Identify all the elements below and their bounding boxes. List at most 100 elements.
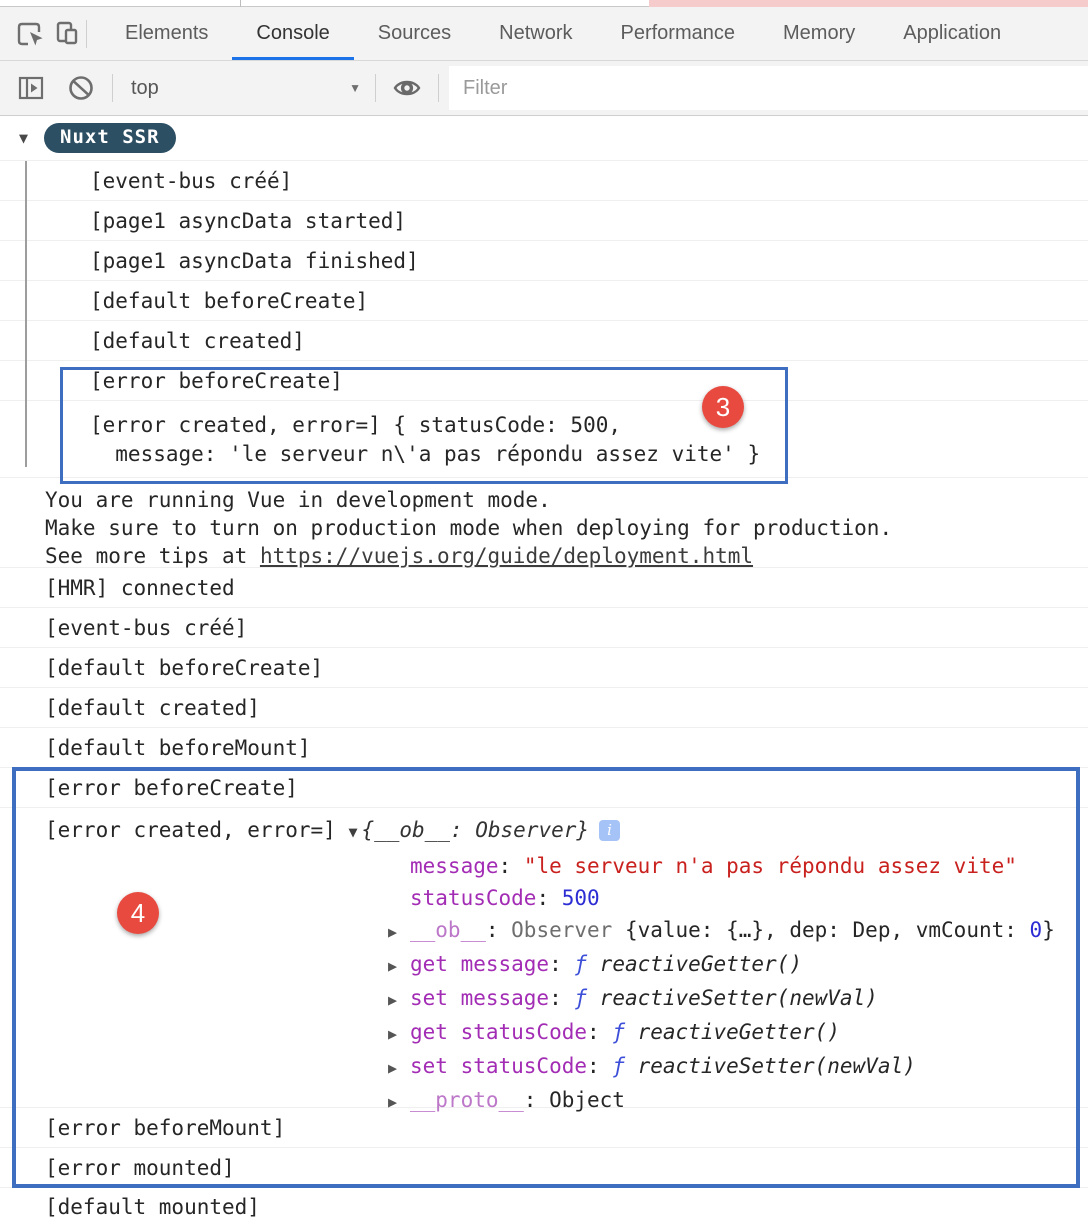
property-value-part: } bbox=[1042, 918, 1055, 942]
console-message: [event-bus créé] bbox=[0, 160, 1088, 200]
console-message: [error beforeCreate] bbox=[0, 360, 1088, 400]
devtools-window: ElementsConsoleSourcesNetworkPerformance… bbox=[0, 0, 1088, 1227]
tab-network[interactable]: Network bbox=[475, 7, 596, 60]
execution-context-label: top bbox=[131, 77, 159, 100]
property-value-part: reactiveSetter(newVal) bbox=[600, 986, 878, 1010]
warning-line: You are running Vue in development mode. bbox=[45, 486, 1088, 514]
property-name: __proto__ bbox=[410, 1088, 524, 1112]
object-property-row: ▶get message: ƒ reactiveGetter() bbox=[45, 948, 1088, 982]
property-expand-icon[interactable]: ▶ bbox=[388, 984, 410, 1016]
console-message-multiline: [error created, error=] { statusCode: 50… bbox=[0, 400, 1088, 477]
object-property-row: ▶get statusCode: ƒ reactiveGetter() bbox=[45, 1016, 1088, 1050]
object-property-row: ▶set message: ƒ reactiveSetter(newVal) bbox=[45, 982, 1088, 1016]
property-value-part: Object bbox=[549, 1088, 625, 1112]
property-name: __ob__ bbox=[410, 918, 486, 942]
property-value-part: reactiveGetter() bbox=[638, 1020, 840, 1044]
property-value-part: {value: {…}, dep: Dep, vmCount: bbox=[625, 918, 1030, 942]
tab-performance[interactable]: Performance bbox=[597, 7, 760, 60]
property-colon: : bbox=[587, 1054, 612, 1078]
tab-application[interactable]: Application bbox=[879, 7, 1025, 60]
object-preview-line: [error created, error=] ▼{__ob__: Observ… bbox=[45, 814, 1088, 848]
live-expression-button[interactable] bbox=[388, 69, 426, 107]
console-message: [default created] bbox=[0, 320, 1088, 360]
console-message: [error mounted] bbox=[0, 1147, 1088, 1187]
group-expanded-icon[interactable]: ▼ bbox=[19, 129, 28, 147]
warning-line: Make sure to turn on production mode whe… bbox=[45, 514, 1088, 542]
console-message: [error beforeCreate] bbox=[0, 767, 1088, 807]
property-colon: : bbox=[486, 918, 511, 942]
tab-console[interactable]: Console bbox=[232, 7, 353, 60]
console-message: [default mounted] bbox=[0, 1187, 1088, 1226]
console-message: [event-bus créé] bbox=[0, 607, 1088, 647]
property-colon: : bbox=[587, 1020, 612, 1044]
property-value-part: ƒ bbox=[574, 986, 599, 1010]
chevron-down-icon: ▼ bbox=[349, 81, 361, 95]
console-toolbar: top ▼ bbox=[0, 61, 1088, 116]
property-expand-icon[interactable]: ▶ bbox=[388, 1052, 410, 1084]
property-value: "le serveur n'a pas répondu assez vite" bbox=[524, 854, 1017, 878]
object-property-row: ▶__ob__: Observer {value: {…}, dep: Dep,… bbox=[45, 914, 1088, 948]
panel-tabs: ElementsConsoleSourcesNetworkPerformance… bbox=[101, 7, 1025, 60]
console-message: [default created] bbox=[0, 687, 1088, 727]
property-colon: : bbox=[549, 986, 574, 1010]
console-message: [default beforeMount] bbox=[0, 727, 1088, 767]
property-value: 500 bbox=[562, 886, 600, 910]
page-edge-divider bbox=[240, 0, 241, 7]
object-property-row: ▶set statusCode: ƒ reactiveSetter(newVal… bbox=[45, 1050, 1088, 1084]
object-property-tree: message: "le serveur n'a pas répondu ass… bbox=[45, 850, 1088, 1118]
property-expand-icon[interactable]: ▶ bbox=[388, 916, 410, 948]
device-toolbar-button[interactable] bbox=[48, 15, 86, 53]
toolbar-divider bbox=[375, 74, 376, 102]
property-name: statusCode bbox=[410, 886, 536, 910]
tab-memory[interactable]: Memory bbox=[759, 7, 879, 60]
console-output: ▼Nuxt SSR[event-bus créé][page1 asyncDat… bbox=[0, 116, 1088, 1226]
property-name: set message bbox=[410, 986, 549, 1010]
filter-input[interactable] bbox=[449, 66, 1088, 110]
tab-elements[interactable]: Elements bbox=[101, 7, 232, 60]
console-message: [page1 asyncData finished] bbox=[0, 240, 1088, 280]
console-message: [default beforeCreate] bbox=[0, 280, 1088, 320]
message-prefix: [error created, error=] bbox=[45, 818, 348, 842]
tab-sources[interactable]: Sources bbox=[354, 7, 475, 60]
property-value-part: reactiveGetter() bbox=[600, 952, 802, 976]
deployment-tips-link[interactable]: https://vuejs.org/guide/deployment.html bbox=[260, 544, 753, 568]
toolbar-divider bbox=[86, 20, 87, 48]
property-value-part: ƒ bbox=[612, 1054, 637, 1078]
execution-context-selector[interactable]: top ▼ bbox=[113, 77, 375, 100]
warning-line: See more tips at https://vuejs.org/guide… bbox=[45, 542, 1088, 570]
property-value-part: reactiveSetter(newVal) bbox=[638, 1054, 916, 1078]
object-property-row: message: "le serveur n'a pas répondu ass… bbox=[45, 850, 1088, 882]
warning-link-prefix: See more tips at bbox=[45, 544, 260, 568]
property-name: get message bbox=[410, 952, 549, 976]
console-message: [default beforeCreate] bbox=[0, 647, 1088, 687]
object-expanded-icon[interactable]: ▼ bbox=[348, 823, 357, 841]
info-icon[interactable]: i bbox=[599, 820, 620, 841]
property-name: set statusCode bbox=[410, 1054, 587, 1078]
toolbar-divider bbox=[438, 74, 439, 102]
page-edge-strip bbox=[0, 0, 1088, 7]
vue-dev-mode-warning: You are running Vue in development mode.… bbox=[0, 477, 1088, 567]
property-expand-icon[interactable]: ▶ bbox=[388, 950, 410, 982]
devtools-tabbar: ElementsConsoleSourcesNetworkPerformance… bbox=[0, 7, 1088, 61]
console-message-expanded-object: [error created, error=] ▼{__ob__: Observ… bbox=[0, 807, 1088, 1107]
property-colon: : bbox=[549, 952, 574, 976]
property-colon: : bbox=[536, 886, 561, 910]
property-name: get statusCode bbox=[410, 1020, 587, 1044]
property-colon: : bbox=[524, 1088, 549, 1112]
property-name: message bbox=[410, 854, 499, 878]
property-value-part: ƒ bbox=[612, 1020, 637, 1044]
object-property-row: statusCode: 500 bbox=[45, 882, 1088, 914]
group-indent-guide bbox=[25, 161, 27, 467]
property-expand-icon[interactable]: ▶ bbox=[388, 1018, 410, 1050]
clear-console-button[interactable] bbox=[62, 69, 100, 107]
object-preview: {__ob__: Observer} bbox=[361, 818, 589, 842]
property-expand-icon[interactable]: ▶ bbox=[388, 1086, 410, 1118]
console-group-header[interactable]: ▼ Nuxt SSR bbox=[0, 116, 1088, 160]
console-message: [HMR] connected bbox=[0, 567, 1088, 607]
console-message: [page1 asyncData started] bbox=[0, 200, 1088, 240]
group-label-badge: Nuxt SSR bbox=[44, 123, 176, 153]
console-sidebar-button[interactable] bbox=[12, 69, 50, 107]
property-value-part: ƒ bbox=[574, 952, 599, 976]
page-content-fragment bbox=[649, 0, 1088, 7]
inspect-element-button[interactable] bbox=[10, 15, 48, 53]
